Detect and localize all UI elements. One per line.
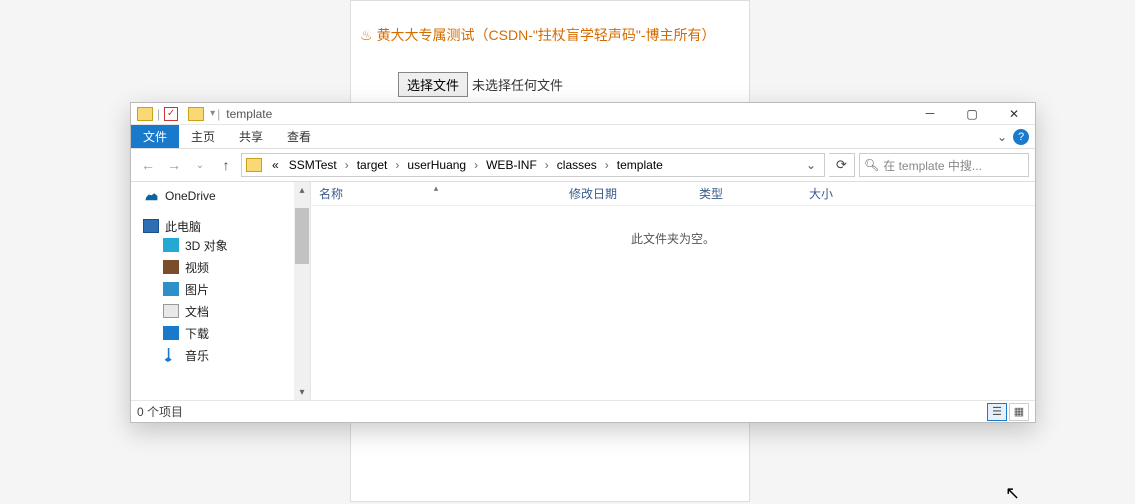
navigation-pane: OneDrive 此电脑 3D 对象 视频 图片 文档 下载 音乐 ▴ ▾ xyxy=(131,182,311,400)
cursor-icon: ↖ xyxy=(1005,483,1020,504)
status-bar: 0 个项目 ☰ ▦ xyxy=(131,400,1035,422)
maximize-button[interactable]: ▢ xyxy=(951,103,993,125)
background-title: 黄大大专属测试（CSDN-"拄杖盲学轻声码"-博主所有） xyxy=(377,25,716,45)
search-input[interactable]: 🔍︎ 在 template 中搜... xyxy=(859,153,1029,177)
col-date[interactable]: 修改日期 xyxy=(561,185,691,202)
objects3d-icon xyxy=(163,238,179,252)
chevron-right-icon[interactable]: › xyxy=(343,158,351,172)
folder-icon xyxy=(188,107,204,121)
minimize-button[interactable]: － xyxy=(909,103,951,125)
tab-view[interactable]: 查看 xyxy=(275,125,323,148)
nav-label: 3D 对象 xyxy=(185,237,228,254)
nav-onedrive[interactable]: OneDrive xyxy=(131,182,310,204)
breadcrumb-item[interactable]: target xyxy=(353,158,392,172)
empty-folder-message: 此文件夹为空。 xyxy=(311,206,1035,271)
item-count: 0 个项目 xyxy=(137,403,183,420)
file-list[interactable]: ▴ 名称 修改日期 类型 大小 此文件夹为空。 xyxy=(311,182,1035,400)
up-button[interactable]: ↑ xyxy=(215,153,237,177)
nav-scrollbar[interactable]: ▴ ▾ xyxy=(294,182,310,400)
qat-dropdown-icon[interactable]: ▾ xyxy=(210,108,215,119)
nav-item[interactable]: 音乐 xyxy=(131,344,310,366)
nav-label: OneDrive xyxy=(165,189,216,203)
search-icon: 🔍︎ xyxy=(864,158,879,172)
path-dropdown-icon[interactable]: ⌄ xyxy=(802,158,820,172)
chevron-right-icon[interactable]: › xyxy=(393,158,401,172)
nav-label: 图片 xyxy=(185,281,209,298)
pictures-icon xyxy=(163,282,179,296)
tab-share[interactable]: 共享 xyxy=(227,125,275,148)
nav-item[interactable]: 3D 对象 xyxy=(131,234,310,256)
breadcrumb-item[interactable]: userHuang xyxy=(403,158,470,172)
search-placeholder: 在 template 中搜... xyxy=(883,157,982,174)
nav-item[interactable]: 视频 xyxy=(131,256,310,278)
pc-icon xyxy=(143,219,159,233)
scroll-down-icon[interactable]: ▾ xyxy=(294,384,310,400)
onedrive-icon xyxy=(143,189,159,203)
nav-label: 此电脑 xyxy=(165,218,201,235)
folder-icon xyxy=(246,158,262,172)
column-headers: ▴ 名称 修改日期 类型 大小 xyxy=(311,182,1035,206)
recent-dropdown-icon[interactable]: ⌄ xyxy=(189,153,211,177)
window-title: template xyxy=(226,107,272,121)
nav-item[interactable]: 下载 xyxy=(131,322,310,344)
help-icon[interactable]: ? xyxy=(1013,129,1029,145)
nav-label: 音乐 xyxy=(185,347,209,364)
col-name[interactable]: ▴ 名称 xyxy=(311,185,561,202)
separator: | xyxy=(157,107,160,121)
file-picker: 选择文件 未选择任何文件 xyxy=(398,72,563,97)
address-bar: ← → ⌄ ↑ « SSMTest › target › userHuang ›… xyxy=(131,149,1035,181)
separator: | xyxy=(217,107,220,121)
scroll-thumb[interactable] xyxy=(295,208,309,264)
titlebar[interactable]: | ✓ ▾ | template － ▢ ✕ xyxy=(131,103,1035,125)
breadcrumb-item[interactable]: template xyxy=(613,158,667,172)
nav-thispc[interactable]: 此电脑 xyxy=(131,212,310,234)
col-size[interactable]: 大小 xyxy=(801,185,881,202)
breadcrumb[interactable]: « SSMTest › target › userHuang › WEB-INF… xyxy=(241,153,825,177)
choose-file-button[interactable]: 选择文件 xyxy=(398,72,468,97)
chevron-right-icon[interactable]: › xyxy=(603,158,611,172)
downloads-icon xyxy=(163,326,179,340)
qat-checkbox-icon[interactable]: ✓ xyxy=(164,107,178,121)
background-header: ♨ 黄大大专属测试（CSDN-"拄杖盲学轻声码"-博主所有） xyxy=(360,25,716,45)
ribbon-expand-icon[interactable]: ⌄ xyxy=(997,130,1007,144)
chevron-right-icon[interactable]: › xyxy=(472,158,480,172)
forward-button[interactable]: → xyxy=(163,153,185,177)
tab-file[interactable]: 文件 xyxy=(131,125,179,148)
nav-label: 下载 xyxy=(185,325,209,342)
nav-label: 视频 xyxy=(185,259,209,276)
tab-home[interactable]: 主页 xyxy=(179,125,227,148)
nav-item[interactable]: 图片 xyxy=(131,278,310,300)
nav-item[interactable]: 文档 xyxy=(131,300,310,322)
view-icons-button[interactable]: ▦ xyxy=(1009,403,1029,421)
breadcrumb-item[interactable]: SSMTest xyxy=(285,158,341,172)
flame-icon: ♨ xyxy=(360,27,373,44)
documents-icon xyxy=(163,304,179,318)
folder-icon xyxy=(137,107,153,121)
video-icon xyxy=(163,260,179,274)
col-label: 名称 xyxy=(319,187,343,201)
chevron-right-icon[interactable]: › xyxy=(543,158,551,172)
back-button[interactable]: ← xyxy=(137,153,159,177)
no-file-label: 未选择任何文件 xyxy=(472,75,563,94)
refresh-button[interactable]: ⟳ xyxy=(829,153,855,177)
close-button[interactable]: ✕ xyxy=(993,103,1035,125)
sort-asc-icon: ▴ xyxy=(434,183,439,194)
breadcrumb-prefix[interactable]: « xyxy=(268,158,283,172)
view-details-button[interactable]: ☰ xyxy=(987,403,1007,421)
col-type[interactable]: 类型 xyxy=(691,185,801,202)
music-icon xyxy=(163,348,179,362)
scroll-up-icon[interactable]: ▴ xyxy=(294,182,310,198)
file-explorer-window: | ✓ ▾ | template － ▢ ✕ 文件 主页 共享 查看 ⌄ ? ←… xyxy=(130,102,1036,423)
nav-label: 文档 xyxy=(185,303,209,320)
breadcrumb-item[interactable]: classes xyxy=(553,158,601,172)
breadcrumb-item[interactable]: WEB-INF xyxy=(482,158,541,172)
ribbon-tabs: 文件 主页 共享 查看 ⌄ ? xyxy=(131,125,1035,149)
